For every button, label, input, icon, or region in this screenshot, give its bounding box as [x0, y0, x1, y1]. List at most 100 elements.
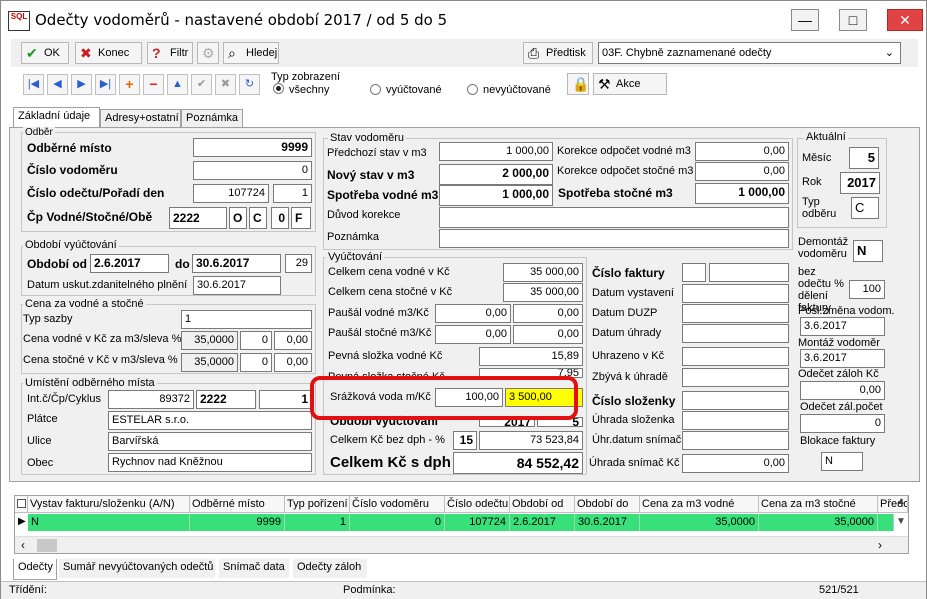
novy-stav-field[interactable]: 2 000,00	[439, 164, 553, 185]
radio-all[interactable]	[273, 83, 284, 94]
grid-header[interactable]: Období do	[575, 496, 640, 513]
mesic-field[interactable]: 5	[849, 147, 879, 169]
table-cell[interactable]: 30.6.2017	[575, 514, 640, 531]
akce-button[interactable]: ⚒ Akce	[593, 73, 667, 95]
konec-button[interactable]: ✖ Konec	[75, 42, 142, 64]
celkem-stocne-field[interactable]: 35 000,00	[503, 283, 583, 302]
uhrada-snimac-field[interactable]: 0,00	[682, 454, 789, 473]
table-cell[interactable]: 35,0000	[640, 514, 759, 531]
spotreba-stocne-field[interactable]: 1 000,00	[695, 183, 789, 204]
last-record-button[interactable]: ▶|	[95, 74, 116, 95]
vodne-flag-field[interactable]: O	[229, 207, 247, 229]
obec-field[interactable]: Rychnov nad Kněžnou	[108, 453, 312, 472]
scroll-down-icon[interactable]: ▼	[896, 516, 906, 527]
intc-field[interactable]: 89372	[108, 390, 194, 409]
grid-header[interactable]: Cena za m3 vodné	[640, 496, 759, 513]
obe-flag-field[interactable]: F	[291, 207, 311, 229]
cp-field[interactable]: 2222	[169, 207, 227, 229]
uhrada-slozenka-field[interactable]	[682, 411, 789, 430]
uhr-datum-field[interactable]	[682, 431, 789, 450]
platce-field[interactable]: ESTELAR s.r.o.	[108, 411, 312, 430]
scroll-up-icon[interactable]: ▲	[896, 496, 906, 507]
ok-button[interactable]: ✔ OK	[21, 42, 69, 64]
table-cell[interactable]: 9999	[190, 514, 285, 531]
grid-header[interactable]: Číslo odečtu	[445, 496, 510, 513]
table-cell[interactable]: 107724	[445, 514, 510, 531]
obe-zero-field[interactable]: 0	[271, 207, 289, 229]
scroll-left-icon[interactable]: ‹	[21, 538, 25, 552]
cislo-faktury-field[interactable]	[709, 263, 789, 282]
intc-cp-field[interactable]: 2222	[196, 390, 256, 409]
radio-unbilled[interactable]	[467, 84, 478, 95]
duvod-korekce-field[interactable]	[439, 207, 789, 228]
refresh-button[interactable]: ↻	[239, 74, 260, 95]
table-cell[interactable]: N	[28, 514, 190, 531]
montaz-field[interactable]: 3.6.2017	[800, 349, 885, 368]
lock-button[interactable]: 🔒	[567, 73, 589, 95]
s-dph-field[interactable]: 84 552,42	[453, 452, 583, 474]
add-record-button[interactable]: +	[119, 74, 140, 95]
tab-odecty[interactable]: Odečty	[13, 559, 57, 580]
typ-sazby-field[interactable]: 1	[181, 310, 312, 329]
pevna-vodne-field[interactable]: 15,89	[479, 347, 583, 366]
first-record-button[interactable]: |◀	[23, 74, 44, 95]
prev-record-button[interactable]: ◀	[47, 74, 68, 95]
minimize-button[interactable]: —	[791, 9, 819, 31]
odecet-zal-pocet-field[interactable]: 0	[800, 414, 885, 433]
report-select[interactable]: 03F. Chybně zaznamenané odečty ⌄	[598, 42, 901, 64]
celkem-vodne-field[interactable]: 35 000,00	[503, 263, 583, 282]
next-record-button[interactable]: ▶	[71, 74, 92, 95]
table-cell[interactable]: 35,0000	[759, 514, 878, 531]
datum-uhrady-field[interactable]	[682, 324, 789, 343]
up-button[interactable]: ▲	[167, 74, 188, 95]
cena-vodne-field[interactable]: 35,0000	[181, 331, 238, 350]
korekce-vodne-field[interactable]: 0,00	[695, 142, 789, 161]
tab-snimac[interactable]: Snímač data	[219, 559, 289, 578]
cena-vodne-sleva-b[interactable]: 0,00	[274, 331, 312, 350]
bez-dph-field[interactable]: 73 523,84	[479, 431, 583, 450]
cislo-slozenky-field[interactable]	[682, 391, 789, 410]
filtr-button[interactable]: ? Filtr	[147, 42, 193, 64]
datum-uskut-field[interactable]: 30.6.2017	[193, 276, 281, 295]
predchozi-field[interactable]: 1 000,00	[439, 142, 553, 161]
posl-zmena-field[interactable]: 3.6.2017	[800, 317, 885, 336]
maximize-button[interactable]: □	[839, 9, 867, 31]
predtisk-button[interactable]: ⎙ Předtisk	[523, 42, 593, 64]
settings-button[interactable]: ⚙	[197, 42, 219, 64]
odberne-misto-field[interactable]: 9999	[193, 138, 312, 157]
tab-zakladni[interactable]: Základní údaje	[13, 107, 100, 128]
horizontal-scrollbar[interactable]: ‹ ›	[15, 536, 908, 553]
demontaz-field[interactable]: N	[853, 240, 883, 262]
scroll-thumb[interactable]	[37, 539, 57, 552]
grid-header[interactable]: Cena za m3 stočné	[759, 496, 878, 513]
poradi-field[interactable]: 1	[273, 184, 312, 203]
cislo-vodomeru-field[interactable]: 0	[193, 161, 312, 180]
zbyva-field[interactable]	[682, 368, 789, 387]
tab-poznamka[interactable]: Poznámka	[181, 109, 243, 128]
table-cell[interactable]: 0	[350, 514, 445, 531]
cyklus-field[interactable]: 1	[259, 390, 312, 409]
spotreba-vodne-field[interactable]: 1 000,00	[439, 185, 553, 206]
cislo-odectu-field[interactable]: 107724	[193, 184, 269, 203]
cislo-faktury-prefix[interactable]	[682, 263, 706, 282]
obdobi-do-field[interactable]: 30.6.2017	[192, 254, 281, 273]
datum-duzp-field[interactable]	[682, 304, 789, 323]
grid-header[interactable]: Období od	[510, 496, 575, 513]
tab-adresy[interactable]: Adresy+ostatní	[100, 109, 181, 128]
grid-header[interactable]: Vystav fakturu/složenku (A/N)	[28, 496, 190, 513]
pausal-stocne-kc-field[interactable]: 0,00	[513, 325, 583, 344]
stocne-flag-field[interactable]: C	[249, 207, 267, 229]
close-button[interactable]: ✕	[887, 9, 923, 31]
bez-odectu-field[interactable]: 100	[849, 280, 885, 299]
select-all-checkbox[interactable]	[15, 496, 28, 513]
cena-stocne-field[interactable]: 35,0000	[181, 353, 238, 372]
obdobi-od-field[interactable]: 2.6.2017	[90, 254, 169, 273]
cena-stocne-sleva-a[interactable]: 0	[240, 353, 272, 372]
korekce-stocne-field[interactable]: 0,00	[695, 162, 789, 181]
ulice-field[interactable]: Barvířská	[108, 432, 312, 451]
scroll-right-icon[interactable]: ›	[878, 538, 882, 552]
radio-billed[interactable]	[370, 84, 381, 95]
uhrazeno-field[interactable]	[682, 347, 789, 366]
dph-percent-field[interactable]: 15	[453, 431, 477, 450]
cancel-edit-button[interactable]: ✖	[215, 74, 236, 95]
